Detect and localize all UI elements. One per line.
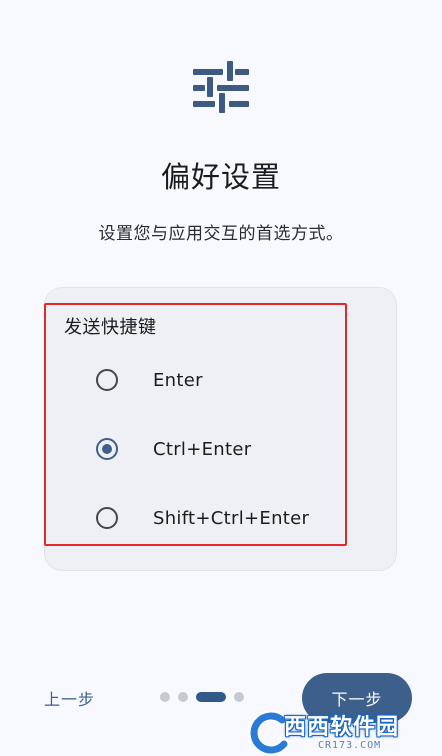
page-dot-active [196,692,226,702]
watermark-url: CR173.COM [318,740,382,751]
radio-checked-icon[interactable] [96,438,118,460]
tune-sliders-icon [193,61,249,113]
back-button[interactable]: 上一步 [44,686,95,710]
page-title: 偏好设置 [160,160,281,194]
page-indicator [160,691,252,703]
radio-option-shift-ctrl-enter[interactable]: Shift+Ctrl+Enter [60,496,360,540]
radio-unchecked-icon[interactable] [96,507,118,529]
radio-option-label: Ctrl+Enter [153,438,252,460]
page-subtitle: 设置您与应用交互的首选方式。 [98,224,344,244]
radio-option-ctrl-enter[interactable]: Ctrl+Enter [60,427,360,471]
watermark-logo-icon [248,710,290,756]
radio-option-label: Shift+Ctrl+Enter [153,507,310,529]
preferences-screen: 偏好设置 设置您与应用交互的首选方式。 发送快捷键 Enter Ctrl+Ent… [0,0,442,756]
page-dot [178,692,188,702]
page-dot [234,692,244,702]
next-button[interactable]: 下一步 [302,673,412,723]
radio-option-enter[interactable]: Enter [60,358,360,402]
radio-unchecked-icon[interactable] [96,369,118,391]
send-shortcut-label: 发送快捷键 [64,317,157,338]
radio-option-label: Enter [153,369,203,391]
page-dot [160,692,170,702]
